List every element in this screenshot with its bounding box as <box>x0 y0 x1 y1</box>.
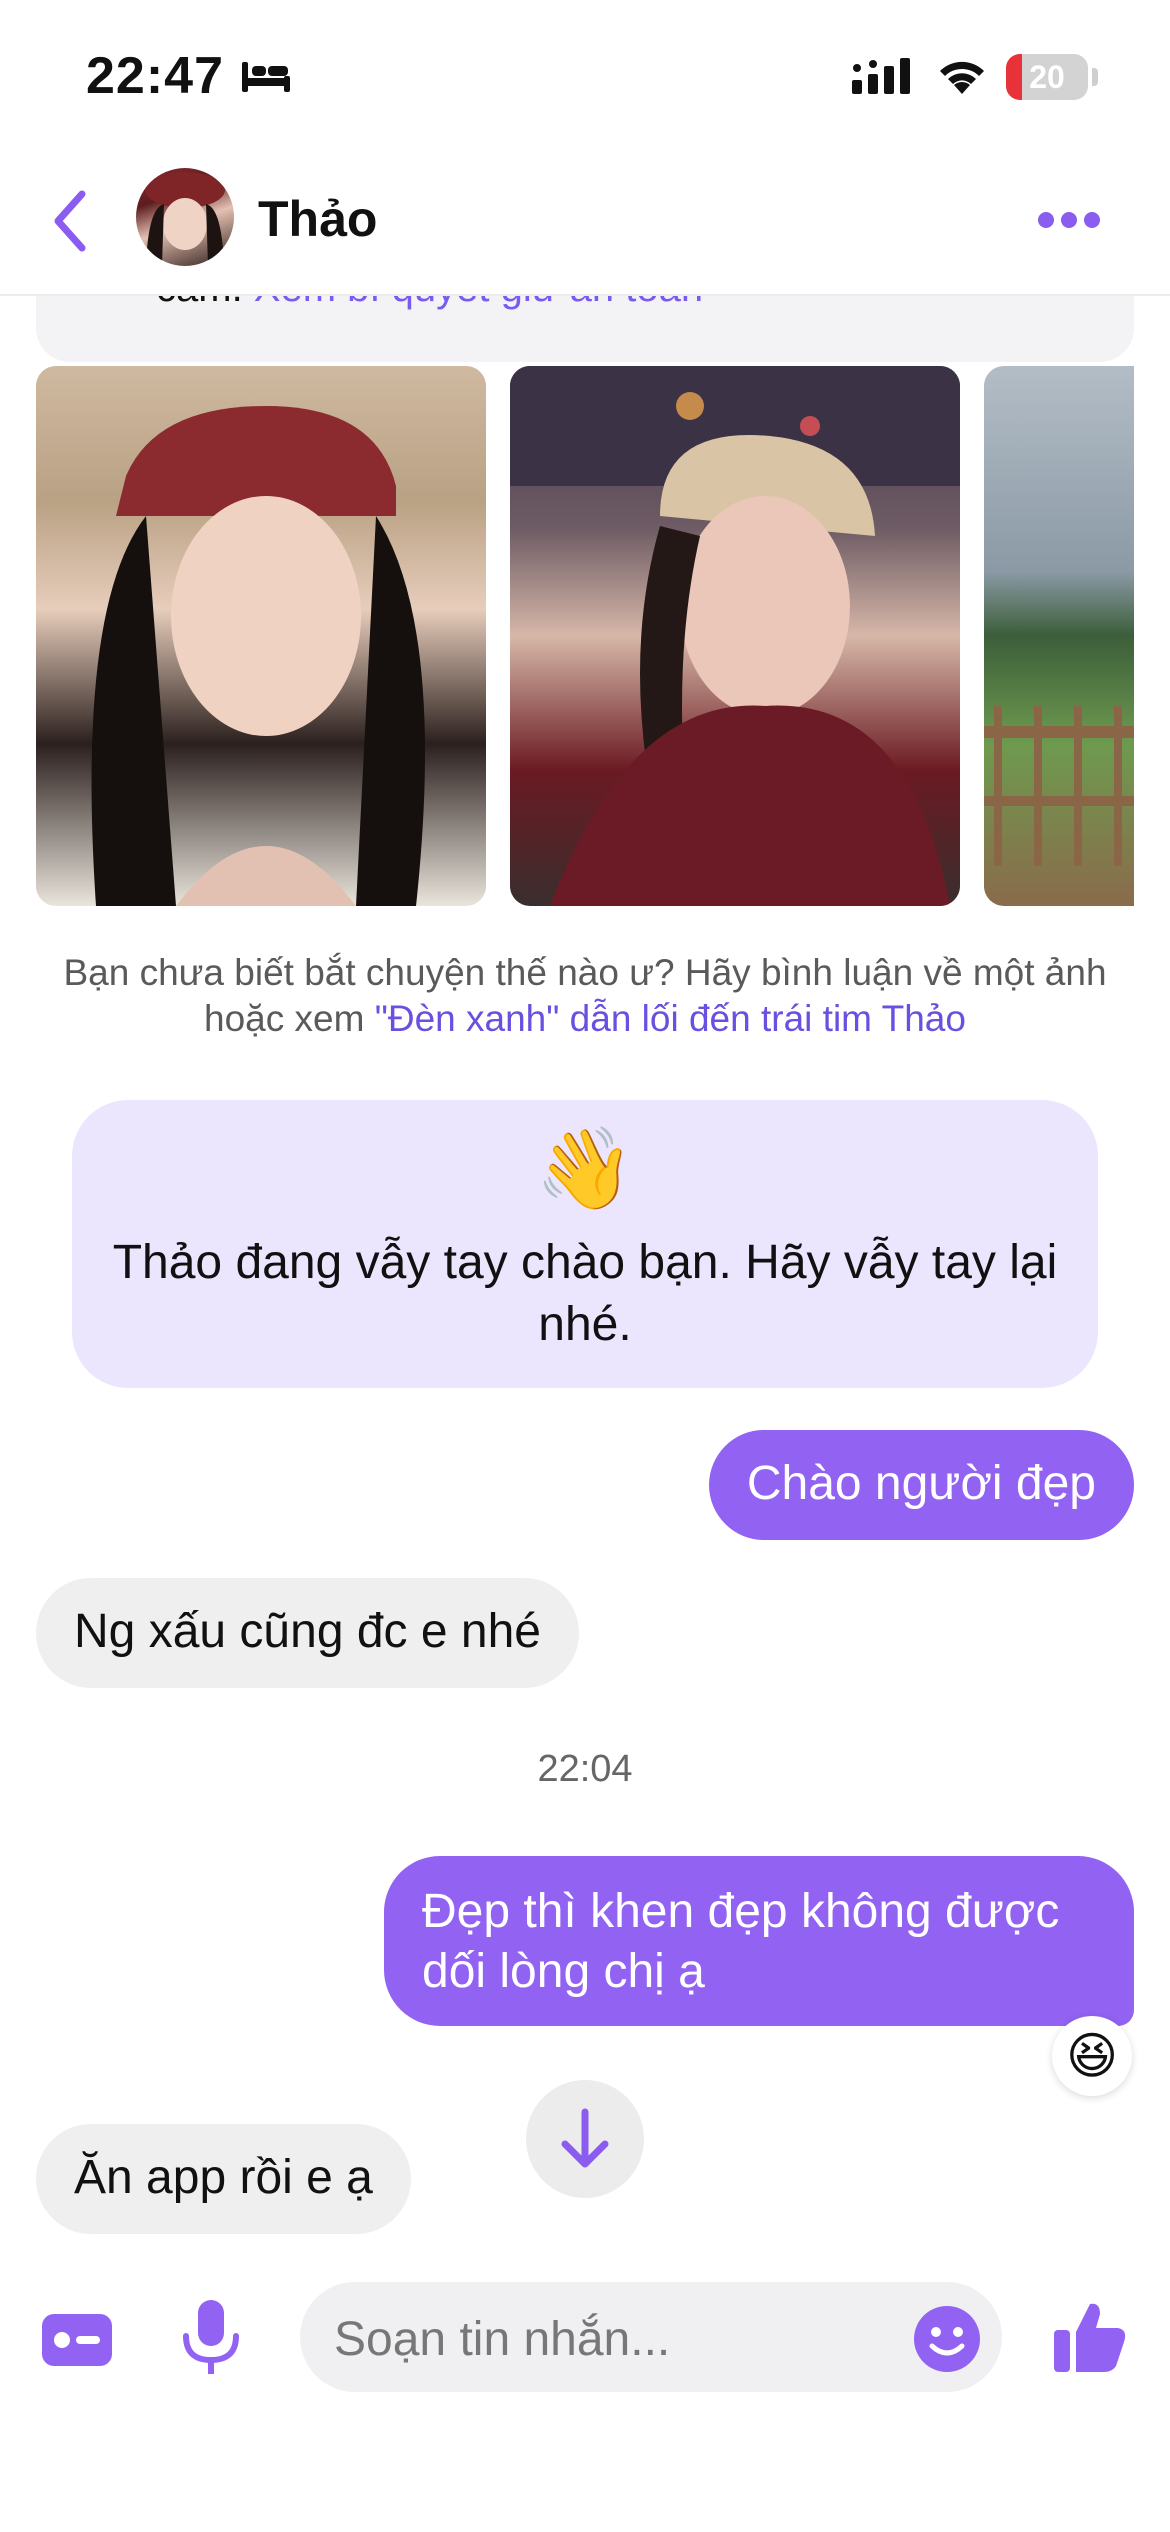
cellular-signal-icon <box>852 58 910 94</box>
conversation-starter-hint: Bạn chưa biết bắt chuyện thế nào ư? Hãy … <box>40 950 1130 1042</box>
avatar-portrait-icon <box>145 172 225 266</box>
safety-tip-prefix: cảm. <box>156 296 254 310</box>
back-chevron-icon[interactable] <box>46 186 96 256</box>
safety-tip-text: cảm. Xem bí quyết giữ an toàn <box>156 296 703 311</box>
emoji-icon[interactable] <box>912 2304 982 2374</box>
battery-icon: 20 <box>1006 54 1088 100</box>
message-input[interactable]: Soạn tin nhắn... <box>300 2282 1002 2392</box>
wifi-icon <box>940 61 984 94</box>
sleep-focus-icon <box>242 62 290 92</box>
contact-name[interactable]: Thảo <box>258 190 377 248</box>
arrow-down-icon <box>561 2108 609 2168</box>
outgoing-message[interactable]: Chào người đẹp <box>708 1430 1134 1540</box>
thumbs-up-icon[interactable] <box>1052 2300 1128 2374</box>
scroll-to-bottom-button[interactable] <box>526 2080 644 2198</box>
profile-photo-strip[interactable] <box>0 366 1170 906</box>
profile-photo[interactable] <box>984 366 1134 906</box>
outgoing-message[interactable]: Đẹp thì khen đẹp không được dối lòng chị… <box>384 1856 1134 2026</box>
profile-photo[interactable] <box>36 366 486 906</box>
message-timestamp: 22:04 <box>537 1748 633 1790</box>
profile-photo[interactable] <box>510 366 960 906</box>
battery-level: 20 <box>1029 59 1065 95</box>
status-bar: 22:47 20 <box>0 0 1170 150</box>
photo-portrait-icon <box>510 366 960 906</box>
status-time: 22:47 <box>86 47 224 105</box>
incoming-message[interactable]: Ng xấu cũng đc e nhé <box>36 1578 579 1688</box>
waving-hand-icon: 👋 <box>535 1124 635 1213</box>
message-composer: Soạn tin nhắn... <box>0 2270 1170 2410</box>
profile-card-icon[interactable] <box>40 2310 114 2370</box>
green-light-link[interactable]: "Đèn xanh" dẫn lối đến trái tim Thảo <box>375 998 966 1039</box>
reaction-laugh-icon[interactable]: 😆 <box>1052 2016 1132 2096</box>
photo-landscape-icon <box>984 706 1134 866</box>
message-input-placeholder: Soạn tin nhắn... <box>334 2313 671 2366</box>
more-options-icon[interactable] <box>1036 210 1102 230</box>
avatar[interactable] <box>136 168 234 266</box>
microphone-icon[interactable] <box>176 2296 246 2380</box>
photo-portrait-icon <box>91 406 425 906</box>
chat-header: Thảo <box>0 150 1170 296</box>
wave-card[interactable]: 👋 Thảo đang vẫy tay chào bạn. Hãy vẫy ta… <box>72 1100 1098 1388</box>
safety-tip-card: cảm. Xem bí quyết giữ an toàn <box>36 296 1134 362</box>
incoming-message[interactable]: Ăn app rồi e ạ <box>36 2124 411 2234</box>
safety-tip-link[interactable]: Xem bí quyết giữ an toàn <box>254 296 703 310</box>
wave-message: Thảo đang vẫy tay chào bạn. Hãy vẫy tay … <box>112 1236 1058 1351</box>
battery-cap <box>1092 68 1098 86</box>
